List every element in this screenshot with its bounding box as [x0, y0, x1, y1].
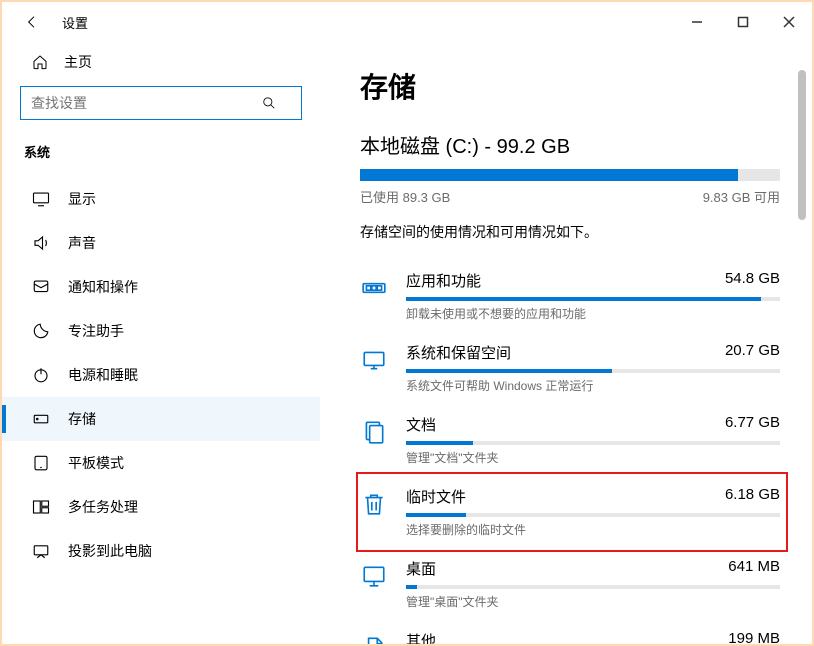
category-size: 641 MB [728, 558, 780, 579]
sidebar-item-focus-assist[interactable]: 专注助手 [2, 309, 320, 353]
trash-icon [360, 490, 388, 518]
sidebar-item-label: 平板模式 [68, 453, 124, 473]
category-apps[interactable]: 应用和功能 54.8 GB 卸载未使用或不想要的应用和功能 [360, 260, 784, 332]
sidebar-item-project[interactable]: 投影到此电脑 [2, 529, 320, 573]
titlebar: 设置 [2, 2, 812, 42]
category-sub: 管理"文档"文件夹 [406, 449, 780, 466]
category-name: 文档 [406, 414, 436, 435]
category-sub: 选择要删除的临时文件 [406, 521, 780, 538]
search-input[interactable] [20, 86, 302, 120]
sidebar-item-display[interactable]: 显示 [2, 177, 320, 221]
category-name: 桌面 [406, 558, 436, 579]
page-title: 存储 [360, 66, 772, 106]
sidebar-item-label: 通知和操作 [68, 277, 138, 297]
sidebar-item-label: 多任务处理 [68, 497, 138, 517]
focus-icon [32, 322, 50, 340]
project-icon [32, 542, 50, 560]
sidebar-item-label: 显示 [68, 189, 96, 209]
sidebar-item-label: 存储 [68, 409, 96, 429]
home-label: 主页 [64, 52, 92, 72]
sidebar-item-label: 电源和睡眠 [68, 365, 138, 385]
category-name: 应用和功能 [406, 270, 481, 291]
multitask-icon [32, 498, 50, 516]
storage-icon [32, 410, 50, 428]
content-scrollbar[interactable] [798, 70, 806, 390]
category-temp-files[interactable]: 临时文件 6.18 GB 选择要删除的临时文件 [360, 476, 784, 548]
sidebar-item-label: 专注助手 [68, 321, 124, 341]
tablet-icon [32, 454, 50, 472]
app-title: 设置 [62, 13, 88, 32]
category-desktop[interactable]: 桌面 641 MB 管理"桌面"文件夹 [360, 548, 784, 620]
category-name: 临时文件 [406, 486, 466, 507]
sidebar: 主页 系统 显示 声音 通知和操作 专注助手 [2, 42, 320, 644]
sound-icon [32, 234, 50, 252]
disk-usage-fill [360, 169, 738, 181]
system-icon [360, 346, 388, 374]
category-sub: 卸载未使用或不想要的应用和功能 [406, 305, 780, 322]
category-documents[interactable]: 文档 6.77 GB 管理"文档"文件夹 [360, 404, 784, 476]
category-system[interactable]: 系统和保留空间 20.7 GB 系统文件可帮助 Windows 正常运行 [360, 332, 784, 404]
category-size: 6.18 GB [725, 486, 780, 507]
home-icon [32, 54, 48, 70]
category-name: 系统和保留空间 [406, 342, 511, 363]
minimize-icon [691, 16, 703, 28]
category-sub: 系统文件可帮助 Windows 正常运行 [406, 377, 780, 394]
category-size: 54.8 GB [725, 270, 780, 291]
power-icon [32, 366, 50, 384]
disk-title: 本地磁盘 (C:) - 99.2 GB [360, 130, 772, 159]
window-controls [674, 4, 812, 40]
search-icon [262, 96, 276, 110]
apps-icon [360, 274, 388, 302]
category-size: 199 MB [728, 630, 780, 644]
sidebar-item-tablet[interactable]: 平板模式 [2, 441, 320, 485]
free-label: 9.83 GB 可用 [703, 187, 780, 206]
content-panel: 存储 本地磁盘 (C:) - 99.2 GB 已使用 89.3 GB 9.83 … [320, 42, 812, 644]
sidebar-item-power[interactable]: 电源和睡眠 [2, 353, 320, 397]
display-icon [32, 190, 50, 208]
sidebar-section-label: 系统 [2, 128, 320, 167]
category-sub: 管理"桌面"文件夹 [406, 593, 780, 610]
sidebar-item-label: 投影到此电脑 [68, 541, 152, 561]
arrow-left-icon [24, 14, 40, 30]
close-button[interactable] [766, 4, 812, 40]
desktop-icon [360, 562, 388, 590]
home-nav[interactable]: 主页 [2, 42, 320, 82]
maximize-button[interactable] [720, 4, 766, 40]
other-icon [360, 634, 388, 644]
category-size: 20.7 GB [725, 342, 780, 363]
maximize-icon [737, 16, 749, 28]
sidebar-nav: 显示 声音 通知和操作 专注助手 电源和睡眠 存储 [2, 167, 320, 573]
sidebar-item-notifications[interactable]: 通知和操作 [2, 265, 320, 309]
documents-icon [360, 418, 388, 446]
category-list: 应用和功能54.8 GB 卸载未使用或不想要的应用和功能 系统和保留空间20.7… [360, 260, 772, 644]
disk-usage-bar [360, 169, 780, 181]
category-size: 6.77 GB [725, 414, 780, 435]
close-icon [783, 16, 795, 28]
category-name: 其他 [406, 630, 436, 644]
sidebar-item-sound[interactable]: 声音 [2, 221, 320, 265]
back-button[interactable] [20, 10, 44, 34]
notification-icon [32, 278, 50, 296]
sidebar-item-multitask[interactable]: 多任务处理 [2, 485, 320, 529]
sidebar-item-storage[interactable]: 存储 [2, 397, 320, 441]
used-label: 已使用 89.3 GB [360, 187, 450, 206]
minimize-button[interactable] [674, 4, 720, 40]
search-box [20, 86, 302, 120]
sidebar-item-label: 声音 [68, 233, 96, 253]
category-other[interactable]: 其他 199 MB [360, 620, 784, 644]
scrollbar-thumb[interactable] [798, 70, 806, 220]
storage-description: 存储空间的使用情况和可用情况如下。 [360, 222, 772, 242]
